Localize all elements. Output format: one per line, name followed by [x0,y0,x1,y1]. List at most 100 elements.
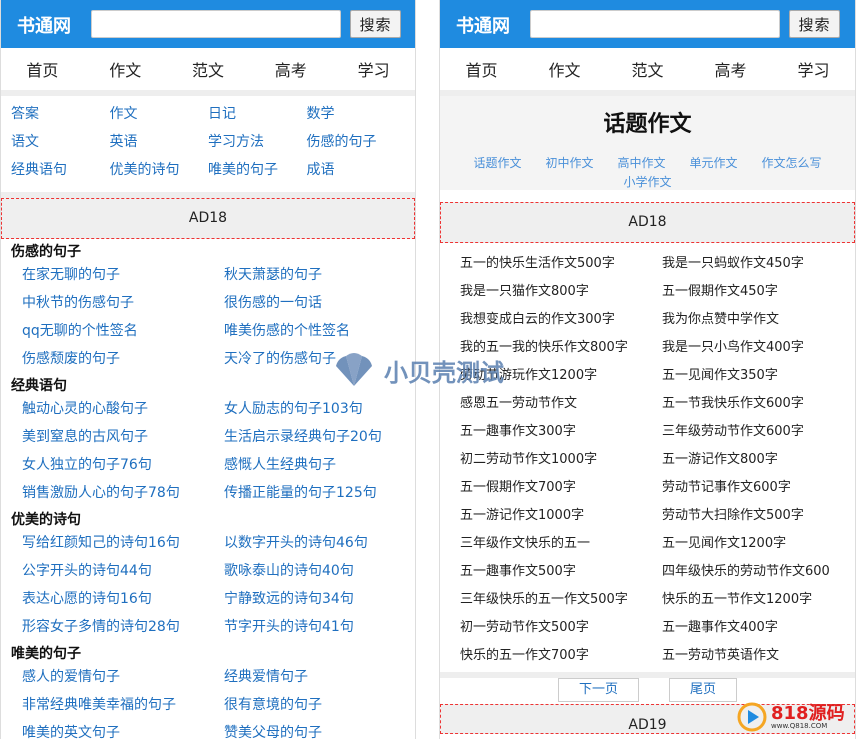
nav-item-gaokao[interactable]: 高考 [714,57,746,81]
next-page-button[interactable]: 下一页 [557,678,639,702]
page-title: 话题作文 [603,112,692,137]
essay-link[interactable]: 劳动节记事作文600字 [662,474,855,502]
list-item[interactable]: 伤感颓废的句子 [22,345,224,373]
essay-link[interactable]: 五一趣事作文500字 [460,558,662,586]
subnav-item[interactable]: 话题作文 [473,154,521,173]
nav-item-study[interactable]: 学习 [358,57,390,81]
essay-link[interactable]: 五一假期作文700字 [460,474,662,502]
subnav-item[interactable]: 小学作文 [623,173,671,192]
list-item[interactable]: 非常经典唯美幸福的句子 [22,691,224,719]
category-link[interactable]: 唯美的句子 [208,156,307,184]
essay-link[interactable]: 我是一只蚂蚁作文450字 [662,250,855,278]
list-item[interactable]: 生活启示录经典句子20句 [224,423,414,451]
essay-link[interactable]: 五一见闻作文1200字 [662,530,855,558]
section-aesthetic-sentences: 唯美的句子 感人的爱情句子 经典爱情句子 非常经典唯美幸福的句子 很有意境的句子… [1,641,415,739]
list-item[interactable]: 感慨人生经典句子 [224,451,414,479]
list-item[interactable]: 唯美的英文句子 [22,719,224,739]
essay-link[interactable]: 劳动节大扫除作文500字 [662,502,855,530]
nav-item-essay[interactable]: 作文 [548,57,580,81]
essay-link[interactable]: 五一见闻作文350字 [662,362,855,390]
nav-item-sample[interactable]: 范文 [192,57,224,81]
category-link[interactable]: 学习方法 [208,128,307,156]
essay-link[interactable]: 三年级快乐的五一作文500字 [460,586,662,614]
category-link[interactable]: 作文 [110,100,209,128]
list-item[interactable]: 节字开头的诗句41句 [224,613,414,641]
nav-item-home[interactable]: 首页 [465,57,497,81]
list-item[interactable]: 唯美伤感的个性签名 [224,317,414,345]
ad-banner[interactable]: AD18 [440,202,855,243]
section-title: 唯美的句子 [11,646,81,662]
list-item[interactable]: 感人的爱情句子 [22,663,224,691]
category-link[interactable]: 成语 [307,156,406,184]
search-button[interactable]: 搜索 [350,10,401,38]
search-button[interactable]: 搜索 [789,10,840,38]
category-link[interactable]: 伤感的句子 [307,128,406,156]
list-item[interactable]: 在家无聊的句子 [22,261,224,289]
list-item[interactable]: 很伤感的一句话 [224,289,414,317]
list-item[interactable]: 美到窒息的古风句子 [22,423,224,451]
essay-link[interactable]: 我是一只小鸟作文400字 [662,334,855,362]
search-input[interactable] [530,10,780,38]
category-link[interactable]: 数学 [307,100,406,128]
list-item[interactable]: 经典爱情句子 [224,663,414,691]
category-link[interactable]: 英语 [110,128,209,156]
list-item[interactable]: 触动心灵的心酸句子 [22,395,224,423]
list-item[interactable]: qq无聊的个性签名 [22,317,224,345]
site-logo[interactable]: 书通网 [17,12,71,38]
essay-link[interactable]: 初二劳动节作文1000字 [460,446,662,474]
essay-link[interactable]: 感恩五一劳动节作文 [460,390,662,418]
list-item[interactable]: 歌咏泰山的诗句40句 [224,557,414,585]
category-link[interactable]: 优美的诗句 [110,156,209,184]
essay-link[interactable]: 五一游记作文800字 [662,446,855,474]
essay-link[interactable]: 我为你点赞中学作文 [662,306,855,334]
list-item[interactable]: 公字开头的诗句44句 [22,557,224,585]
category-link[interactable]: 日记 [208,100,307,128]
list-item[interactable]: 以数字开头的诗句46句 [224,529,414,557]
list-item[interactable]: 女人独立的句子76句 [22,451,224,479]
essay-link[interactable]: 初一劳动节作文500字 [460,614,662,642]
nav-item-sample[interactable]: 范文 [631,57,663,81]
main-nav: 首页 作文 范文 高考 学习 [440,48,855,96]
list-item[interactable]: 赞美父母的句子 [224,719,414,739]
list-item[interactable]: 很有意境的句子 [224,691,414,719]
category-link[interactable]: 语文 [11,128,110,156]
search-input[interactable] [91,10,341,38]
last-page-button[interactable]: 尾页 [669,678,738,702]
subnav-item[interactable]: 初中作文 [545,154,593,173]
essay-link[interactable]: 快乐的五一节作文1200字 [662,586,855,614]
category-link[interactable]: 经典语句 [11,156,110,184]
list-item[interactable]: 形容女子多情的诗句28句 [22,613,224,641]
nav-item-essay[interactable]: 作文 [109,57,141,81]
nav-item-gaokao[interactable]: 高考 [275,57,307,81]
essay-link[interactable]: 五一游记作文1000字 [460,502,662,530]
essay-link[interactable]: 我想变成白云的作文300字 [460,306,662,334]
site-logo[interactable]: 书通网 [456,12,510,38]
list-item[interactable]: 写给红颜知己的诗句16句 [22,529,224,557]
essay-link[interactable]: 五一的快乐生活作文500字 [460,250,662,278]
nav-item-study[interactable]: 学习 [797,57,829,81]
subnav-item[interactable]: 作文怎么写 [762,154,822,173]
essay-link[interactable]: 五一趣事作文300字 [460,418,662,446]
essay-link[interactable]: 四年级快乐的劳动节作文600 [662,558,855,586]
list-item[interactable]: 表达心愿的诗句16句 [22,585,224,613]
subnav-item[interactable]: 单元作文 [690,154,738,173]
essay-link[interactable]: 三年级作文快乐的五一 [460,530,662,558]
essay-link[interactable]: 三年级劳动节作文600字 [662,418,855,446]
essay-link[interactable]: 快乐的五一作文700字 [460,642,662,670]
list-item[interactable]: 中秋节的伤感句子 [22,289,224,317]
ad-banner[interactable]: AD18 [1,198,415,239]
list-item[interactable]: 宁静致远的诗句34句 [224,585,414,613]
subnav-item[interactable]: 高中作文 [617,154,665,173]
pagination: 下一页 尾页 [440,672,855,702]
list-item[interactable]: 秋天萧瑟的句子 [224,261,414,289]
nav-item-home[interactable]: 首页 [26,57,58,81]
list-item[interactable]: 传播正能量的句子125句 [224,479,414,507]
essay-link[interactable]: 五一节我快乐作文600字 [662,390,855,418]
list-item[interactable]: 女人励志的句子103句 [224,395,414,423]
essay-link[interactable]: 五一趣事作文400字 [662,614,855,642]
essay-link[interactable]: 五一假期作文450字 [662,278,855,306]
list-item[interactable]: 销售激励人心的句子78句 [22,479,224,507]
category-link[interactable]: 答案 [11,100,110,128]
essay-link[interactable]: 我是一只猫作文800字 [460,278,662,306]
essay-link[interactable]: 五一劳动节英语作文 [662,642,855,670]
